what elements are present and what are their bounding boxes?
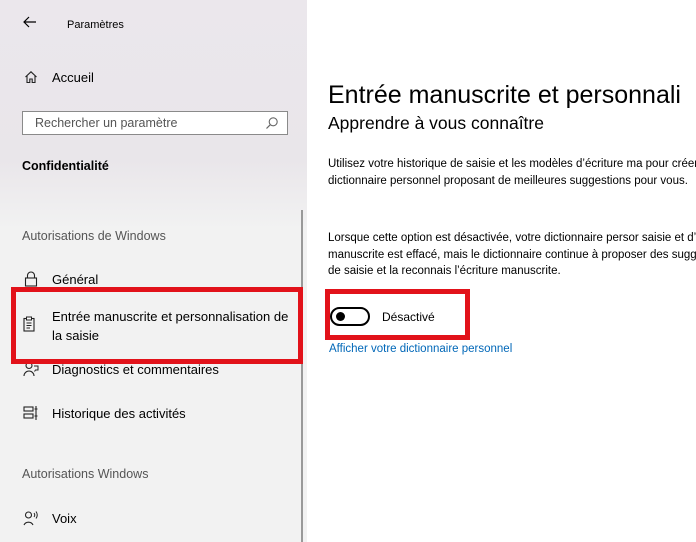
back-arrow-icon[interactable]	[22, 14, 42, 34]
group-header-app-permissions: Autorisations Windows	[22, 467, 149, 481]
search-input[interactable]	[23, 112, 271, 134]
description-text: Utilisez votre historique de saisie et l…	[328, 158, 696, 187]
sidebar-item-label: Voix	[52, 510, 77, 526]
section-subtitle: Apprendre à vous connaître	[328, 113, 544, 133]
sidebar-item-label: Entrée manuscrite et personnalisation de…	[52, 309, 289, 343]
app-title: Paramètres	[67, 19, 124, 31]
sidebar-scrollbar[interactable]	[301, 210, 303, 542]
toggle-knob	[336, 312, 345, 321]
search-icon[interactable]	[265, 116, 279, 130]
view-personal-dictionary-link[interactable]: Afficher votre dictionnaire personnel	[329, 343, 512, 355]
sidebar-item-general[interactable]: Général	[0, 261, 303, 297]
personal-dictionary-toggle[interactable]	[330, 307, 370, 326]
person-feedback-icon	[22, 360, 40, 378]
sidebar-item-diagnostics[interactable]: Diagnostics et commentaires	[0, 351, 303, 387]
section-title: Confidentialité	[22, 159, 109, 173]
sidebar-item-handwriting-typing[interactable]: Entrée manuscrite et personnalisation de…	[0, 302, 303, 352]
page-title: Entrée manuscrite et personnali	[328, 80, 681, 109]
group-header-windows-permissions: Autorisations de Windows	[22, 229, 166, 243]
sidebar-item-label: Général	[52, 271, 99, 287]
sidebar: Paramètres Accueil Confidentialité Autor…	[0, 0, 307, 542]
main-content: Entrée manuscrite et personnali Apprendr…	[307, 0, 696, 542]
explanation-text: Lorsque cette option est désactivée, vot…	[328, 232, 696, 277]
sidebar-item-label: Diagnostics et commentaires	[52, 361, 219, 377]
home-icon	[22, 68, 40, 86]
sidebar-item-label: Accueil	[52, 69, 94, 85]
lock-icon	[22, 270, 40, 288]
sidebar-item-home[interactable]: Accueil	[0, 59, 303, 95]
clipboard-icon	[22, 316, 40, 334]
voice-icon	[22, 509, 40, 527]
toggle-state-label: Désactivé	[382, 310, 435, 324]
search-box[interactable]	[22, 111, 288, 135]
sidebar-item-activity-history[interactable]: Historique des activités	[0, 395, 303, 431]
sidebar-item-label: Historique des activités	[52, 405, 186, 421]
sidebar-item-voice[interactable]: Voix	[0, 500, 303, 536]
timeline-icon	[22, 404, 40, 422]
